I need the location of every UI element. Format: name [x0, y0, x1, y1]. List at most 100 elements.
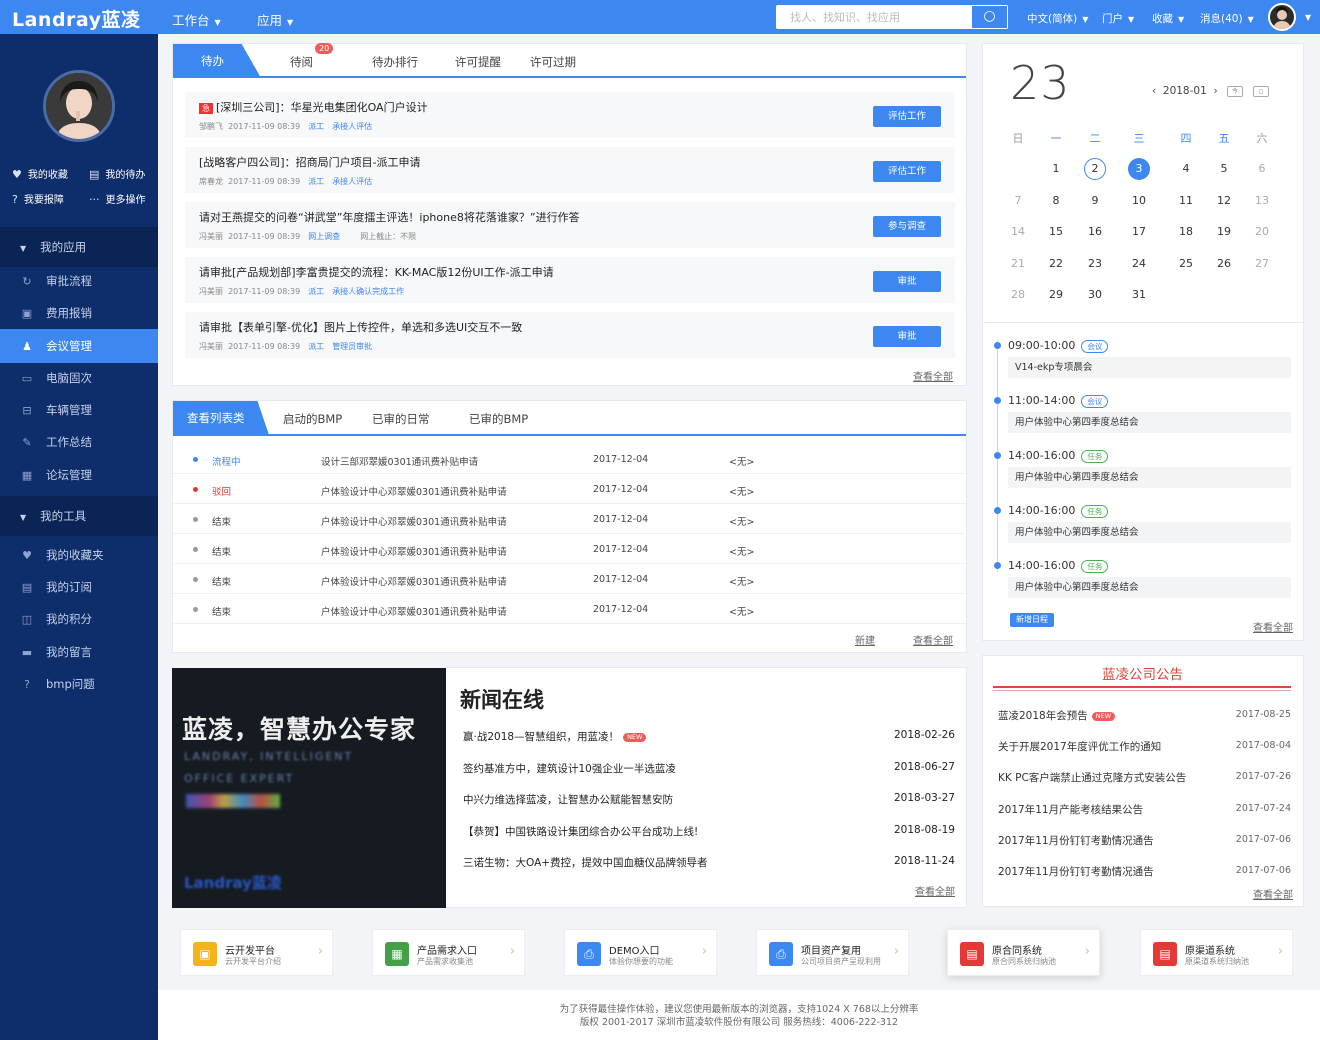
calendar-view-all-link[interactable]: 查看全部 [1253, 619, 1293, 634]
shortcut-card[interactable]: ▦ 产品需求入口 产品需求收集池 › [372, 929, 525, 976]
quick-favorites[interactable]: ♥ 我的收藏 [12, 166, 68, 181]
calendar-day[interactable]: 15 [1045, 221, 1067, 243]
calendar-day[interactable]: 27 [1251, 253, 1273, 275]
join-survey-button[interactable]: 参与调查 [873, 216, 941, 237]
event-title[interactable]: 用户体验中心第四季度总结会 [1008, 467, 1291, 488]
calendar-day[interactable]: 18 [1175, 221, 1197, 243]
news-item-title[interactable]: 签约基准方中，建筑设计10强企业一半选蓝凌 [463, 763, 676, 775]
sidebar-item-points[interactable]: ◫ 我的积分 [0, 602, 158, 636]
calendar-day[interactable]: 5 [1213, 158, 1235, 180]
shortcut-card[interactable]: ⎙ 项目资产复用 公司项目资产呈现利用 › [756, 929, 909, 976]
tab-todo[interactable]: 待办20 [173, 44, 261, 78]
news-item[interactable]: 中兴力维选择蓝凌，让智慧办公赋能智慧安防 2018-03-27 [463, 792, 955, 807]
todo-link[interactable]: 派工 [308, 122, 324, 131]
announcement-item[interactable]: 蓝凌2018年会预告 NEW 2017-08-25 [998, 708, 1291, 723]
quick-report-fault[interactable]: ? 我要报障 [12, 191, 64, 206]
prev-month-icon[interactable]: ‹ [1152, 85, 1156, 97]
favorites-menu[interactable]: 收藏 ▼ [1152, 11, 1184, 26]
workflow-title[interactable]: 户体验设计中心邓翠媛0301通讯费补贴申请 [321, 544, 507, 558]
language-menu[interactable]: 中文(简体) ▼ [1027, 11, 1088, 26]
next-month-icon[interactable]: › [1213, 85, 1217, 97]
workflow-title[interactable]: 户体验设计中心邓翠媛0301通讯费补贴申请 [321, 574, 507, 588]
workflow-row[interactable]: 结束 户体验设计中心邓翠媛0301通讯费补贴申请 2017-12-04 <无> [173, 594, 968, 624]
today-icon[interactable]: 今 [1227, 86, 1243, 97]
event-title[interactable]: 用户体验中心第四季度总结会 [1008, 412, 1291, 433]
calendar-day[interactable]: 21 [1007, 253, 1029, 275]
shortcut-card[interactable]: ▤ 原渠道系统 原渠道系统归纳池 › [1140, 929, 1293, 976]
calendar-day[interactable]: 2 [1084, 158, 1106, 180]
tab-license-reminder[interactable]: 许可提醒 [455, 54, 501, 70]
tab-approved-daily[interactable]: 已审的日常 [372, 411, 430, 427]
todo-title[interactable]: 请对王燕提交的问卷“讲武堂”年度擂主评选！iphone8将花落谁家？”进行作答 [199, 211, 580, 224]
calendar-day[interactable]: 4 [1175, 158, 1197, 180]
calendar-day[interactable]: 23 [1084, 253, 1106, 275]
calendar-day[interactable]: 29 [1045, 284, 1067, 306]
event-title[interactable]: V14-ekp专项晨会 [1008, 357, 1291, 378]
approve-button[interactable]: 审批 [873, 326, 941, 347]
sidebar-item-bmp-issues[interactable]: ? bmp问题 [0, 667, 158, 701]
calendar-day[interactable]: 3 [1128, 158, 1150, 180]
sidebar-item-meeting[interactable]: ♟ 会议管理 [0, 329, 158, 363]
todo-link[interactable]: 承接人确认完成工作 [332, 287, 404, 296]
event-title[interactable]: 用户体验中心第四季度总结会 [1008, 522, 1291, 543]
sidebar-item-computer[interactable]: ▭ 电脑固次 [0, 361, 158, 395]
news-item[interactable]: 【恭贺】中国铁路设计集团综合办公平台成功上线! 2018-08-19 [463, 824, 955, 839]
sidebar-group-my-tools[interactable]: ▼ 我的工具 [0, 496, 158, 536]
announcement-item-title[interactable]: 2017年11月份钉钉考勤情况通告 [998, 835, 1154, 847]
news-item[interactable]: 赢·战2018—智慧组织，用蓝凌！ NEW 2018-02-26 [463, 729, 955, 744]
calendar-day[interactable]: 30 [1084, 284, 1106, 306]
todo-title[interactable]: [深圳三公司]：华星光电集团化OA门户设计 [216, 101, 428, 114]
news-item-title[interactable]: 【恭贺】中国铁路设计集团综合办公平台成功上线! [463, 826, 698, 838]
shortcut-card[interactable]: ⎙ DEMO入口 体验你想要的功能 › [564, 929, 717, 976]
news-item[interactable]: 三诺生物：大OA+费控，提效中国血糖仪品牌领导者 2018-11-24 [463, 855, 955, 870]
brand-logo[interactable]: Landray蓝凌 [12, 5, 141, 32]
todo-item[interactable]: [战略客户四公司]：招商局门户项目-派工申请 席春龙 2017-11-09 08… [185, 147, 955, 193]
calendar-day[interactable]: 12 [1213, 190, 1235, 212]
todo-link[interactable]: 派工 [308, 287, 324, 296]
calendar-day[interactable]: 22 [1045, 253, 1067, 275]
announcement-item[interactable]: 2017年11月产能考核结果公告 2017-07-24 [998, 802, 1291, 817]
sidebar-item-vehicle[interactable]: ⊟ 车辆管理 [0, 393, 158, 427]
sidebar-item-approval[interactable]: ↻ 审批流程 [0, 264, 158, 298]
nav-apps[interactable]: 应用 ▼ [257, 10, 293, 29]
calendar-day[interactable]: 28 [1007, 284, 1029, 306]
user-menu-chevron-icon[interactable]: ▼ [1300, 11, 1311, 23]
announcement-item[interactable]: 2017年11月份钉钉考勤情况通告 2017-07-06 [998, 833, 1291, 848]
workflow-row[interactable]: 驳回 户体验设计中心邓翠媛0301通讯费补贴申请 2017-12-04 <无> [173, 474, 968, 504]
calendar-day[interactable]: 8 [1045, 190, 1067, 212]
calendar-day[interactable]: 16 [1084, 221, 1106, 243]
sidebar-item-summary[interactable]: ✎ 工作总结 [0, 425, 158, 459]
calendar-day[interactable]: 19 [1213, 221, 1235, 243]
todo-link[interactable]: 承接人评估 [332, 122, 372, 131]
announcement-item-title[interactable]: 蓝凌2018年会预告 [998, 710, 1088, 722]
news-item-title[interactable]: 三诺生物：大OA+费控，提效中国血糖仪品牌领导者 [463, 857, 708, 869]
search-input[interactable] [776, 5, 971, 29]
quick-more[interactable]: ··· 更多操作 [89, 191, 146, 206]
calendar-day[interactable]: 10 [1128, 190, 1150, 212]
announcement-item[interactable]: 2017年11月份钉钉考勤情况通告 2017-07-06 [998, 864, 1291, 879]
sidebar-item-expense[interactable]: ▣ 费用报销 [0, 296, 158, 330]
todo-link[interactable]: 网上调查 [308, 232, 340, 241]
user-avatar[interactable] [1268, 3, 1296, 31]
todo-link[interactable]: 管理员审批 [332, 342, 372, 351]
calendar-day[interactable]: 24 [1128, 253, 1150, 275]
todo-item[interactable]: 请对王燕提交的问卷“讲武堂”年度擂主评选！iphone8将花落谁家？”进行作答 … [185, 202, 955, 248]
sidebar-item-forum[interactable]: ▦ 论坛管理 [0, 458, 158, 492]
portal-menu[interactable]: 门户 ▼ [1102, 11, 1134, 26]
workflow-row[interactable]: 结束 户体验设计中心邓翠媛0301通讯费补贴申请 2017-12-04 <无> [173, 504, 968, 534]
evaluate-work-button[interactable]: 评估工作 [873, 161, 941, 182]
sidebar-item-subscriptions[interactable]: ▤ 我的订阅 [0, 570, 158, 604]
calendar-day[interactable]: 7 [1007, 190, 1029, 212]
sidebar-item-favorites[interactable]: ♥ 我的收藏夹 [0, 538, 158, 572]
calendar-day[interactable]: 31 [1128, 284, 1150, 306]
search-button[interactable]: ○ [971, 5, 1008, 29]
profile-avatar[interactable] [43, 70, 115, 142]
news-item-title[interactable]: 赢·战2018—智慧组织，用蓝凌！ [463, 731, 619, 743]
todo-link[interactable]: 派工 [308, 342, 324, 351]
todo-item[interactable]: 请审批【表单引擎-优化】图片上传控件，单选和多选UI交互不一致 冯美丽 2017… [185, 312, 955, 358]
workflow-title[interactable]: 户体验设计中心邓翠媛0301通讯费补贴申请 [321, 484, 507, 498]
event-title[interactable]: 用户体验中心第四季度总结会 [1008, 577, 1291, 598]
calendar-day[interactable]: 17 [1128, 221, 1150, 243]
todo-view-all-link[interactable]: 查看全部 [913, 368, 953, 383]
todo-title[interactable]: 请审批【表单引擎-优化】图片上传控件，单选和多选UI交互不一致 [199, 321, 522, 334]
